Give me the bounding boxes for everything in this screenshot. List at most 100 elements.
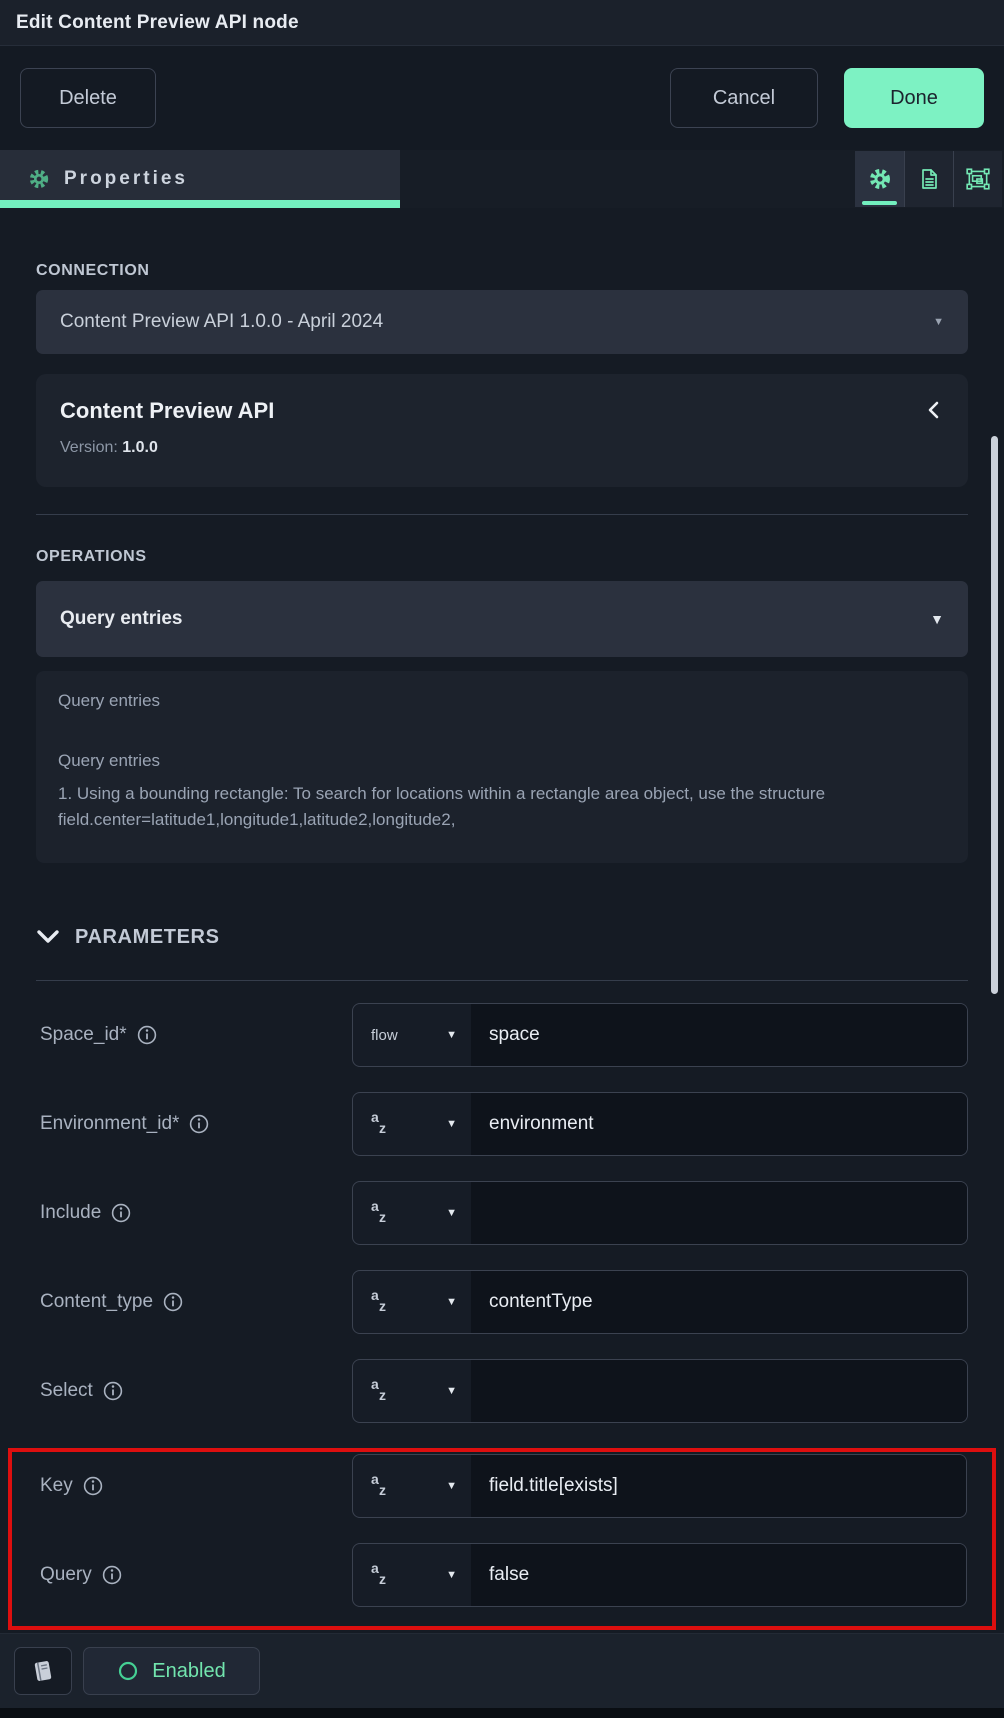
tab-node-outline[interactable] bbox=[953, 151, 1002, 207]
chevron-down-icon: ▼ bbox=[446, 1029, 457, 1041]
type-selector-string[interactable]: a z ▼ bbox=[353, 1182, 471, 1244]
panel-title: Edit Content Preview API node bbox=[16, 12, 299, 34]
divider bbox=[36, 980, 968, 981]
icon-tab-underline bbox=[862, 201, 897, 205]
chevron-down-icon bbox=[36, 929, 60, 946]
operation-selected-value: Query entries bbox=[60, 608, 183, 630]
scrollbar-thumb[interactable] bbox=[991, 436, 998, 994]
info-icon[interactable] bbox=[163, 1292, 183, 1312]
az-icon-z: z bbox=[379, 1387, 386, 1403]
az-icon-z: z bbox=[379, 1209, 386, 1225]
collapse-chevron-left-icon[interactable] bbox=[926, 400, 942, 425]
docs-button[interactable] bbox=[14, 1647, 72, 1695]
param-row-query: Query a z ▼ bbox=[36, 1543, 967, 1607]
param-field: flow ▼ bbox=[352, 1003, 968, 1067]
action-bar: Delete Cancel Done bbox=[0, 46, 1004, 150]
cancel-button[interactable]: Cancel bbox=[670, 68, 818, 128]
icon-tab-group bbox=[855, 151, 1002, 207]
tab-settings-gear[interactable] bbox=[855, 151, 904, 207]
param-field: a z ▼ bbox=[352, 1270, 968, 1334]
divider bbox=[36, 514, 968, 515]
az-icon: a z bbox=[371, 1289, 388, 1315]
include-input[interactable] bbox=[471, 1182, 967, 1244]
key-input[interactable] bbox=[471, 1455, 966, 1517]
delete-button[interactable]: Delete bbox=[20, 68, 156, 128]
panel-bottom-edge bbox=[0, 1708, 1004, 1718]
connection-selected-value: Content Preview API 1.0.0 - April 2024 bbox=[60, 311, 383, 333]
type-selector-string[interactable]: a z ▼ bbox=[353, 1544, 471, 1606]
active-tab-underline bbox=[0, 200, 400, 208]
red-highlight-box: Key a z ▼ bbox=[8, 1448, 996, 1630]
param-label-text: Key bbox=[40, 1475, 73, 1497]
az-icon-z: z bbox=[379, 1120, 386, 1136]
param-label: Include bbox=[36, 1202, 352, 1224]
tab-documentation[interactable] bbox=[904, 151, 953, 207]
query-input[interactable] bbox=[471, 1544, 966, 1606]
type-selector-string[interactable]: a z ▼ bbox=[353, 1093, 471, 1155]
param-row-include: Include a z ▼ bbox=[36, 1181, 968, 1245]
parameters-section-label: PARAMETERS bbox=[75, 926, 220, 949]
properties-content: CONNECTION Content Preview API 1.0.0 - A… bbox=[0, 208, 1004, 1633]
description-line: Query entries bbox=[58, 748, 946, 774]
info-icon[interactable] bbox=[83, 1476, 103, 1496]
operation-select[interactable]: Query entries ▼ bbox=[36, 581, 968, 657]
info-icon[interactable] bbox=[102, 1565, 122, 1585]
chevron-down-icon: ▼ bbox=[446, 1385, 457, 1397]
info-icon[interactable] bbox=[111, 1203, 131, 1223]
az-icon-z: z bbox=[379, 1298, 386, 1314]
parameters-header[interactable]: PARAMETERS bbox=[36, 926, 968, 949]
api-version-line: Version: 1.0.0 bbox=[60, 439, 942, 457]
chevron-down-icon: ▼ bbox=[446, 1569, 457, 1581]
param-label: Select bbox=[36, 1380, 352, 1402]
api-info-card: Content Preview API Version: 1.0.0 bbox=[36, 374, 968, 487]
tab-bar-spacer bbox=[400, 150, 855, 208]
version-label: Version: bbox=[60, 439, 118, 456]
param-label: Query bbox=[36, 1564, 352, 1586]
done-button[interactable]: Done bbox=[844, 68, 984, 128]
tab-properties[interactable]: Properties bbox=[0, 150, 400, 208]
version-value: 1.0.0 bbox=[122, 439, 158, 456]
book-icon bbox=[30, 1658, 56, 1684]
info-icon[interactable] bbox=[103, 1381, 123, 1401]
enabled-toggle[interactable]: Enabled bbox=[83, 1647, 260, 1695]
select-input[interactable] bbox=[471, 1360, 967, 1422]
az-icon-a: a bbox=[371, 1376, 379, 1392]
info-icon[interactable] bbox=[189, 1114, 209, 1134]
chevron-down-icon: ▼ bbox=[446, 1118, 457, 1130]
chevron-down-icon: ▼ bbox=[933, 316, 944, 328]
param-field: a z ▼ bbox=[352, 1543, 967, 1607]
param-field: a z ▼ bbox=[352, 1359, 968, 1423]
param-label-text: Content_type bbox=[40, 1291, 153, 1313]
space-id-input[interactable] bbox=[471, 1004, 967, 1066]
param-label: Space_id* bbox=[36, 1024, 352, 1046]
info-icon[interactable] bbox=[137, 1025, 157, 1045]
az-icon-a: a bbox=[371, 1560, 379, 1576]
gear-icon bbox=[868, 167, 892, 191]
api-card-title: Content Preview API bbox=[60, 398, 942, 424]
param-row-space-id: Space_id* flow ▼ bbox=[36, 1003, 968, 1067]
param-field: a z ▼ bbox=[352, 1092, 968, 1156]
connection-section-label: CONNECTION bbox=[36, 262, 968, 280]
az-icon-a: a bbox=[371, 1471, 379, 1487]
az-icon: a z bbox=[371, 1200, 388, 1226]
type-selector-string[interactable]: a z ▼ bbox=[353, 1360, 471, 1422]
chevron-down-icon: ▼ bbox=[446, 1207, 457, 1219]
enabled-label: Enabled bbox=[152, 1660, 225, 1683]
param-label-text: Include bbox=[40, 1202, 101, 1224]
content-type-input[interactable] bbox=[471, 1271, 967, 1333]
type-selector-string[interactable]: a z ▼ bbox=[353, 1455, 471, 1517]
az-icon-z: z bbox=[379, 1482, 386, 1498]
type-selector-flow[interactable]: flow ▼ bbox=[353, 1004, 471, 1066]
type-selector-string[interactable]: a z ▼ bbox=[353, 1271, 471, 1333]
az-icon: a z bbox=[371, 1111, 388, 1137]
az-icon-a: a bbox=[371, 1109, 379, 1125]
param-label: Environment_id* bbox=[36, 1113, 352, 1135]
param-label-text: Query bbox=[40, 1564, 92, 1586]
param-label: Key bbox=[36, 1475, 352, 1497]
connection-select[interactable]: Content Preview API 1.0.0 - April 2024 ▼ bbox=[36, 290, 968, 354]
type-selector-label: flow bbox=[371, 1027, 398, 1044]
environment-id-input[interactable] bbox=[471, 1093, 967, 1155]
chevron-down-icon: ▼ bbox=[930, 611, 944, 627]
tab-bar: Properties bbox=[0, 150, 1004, 208]
az-icon: a z bbox=[371, 1562, 388, 1588]
